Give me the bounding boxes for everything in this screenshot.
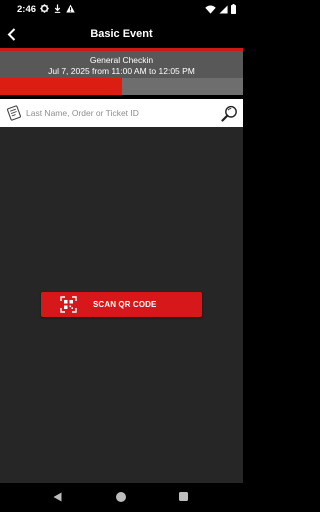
search-bar [0,99,243,127]
nav-home-icon[interactable] [116,492,126,502]
status-bar: 2:46 [0,0,243,20]
session-info: General Checkin Jul 7, 2025 from 11:00 A… [0,51,243,78]
battery-icon [231,4,236,14]
wifi-icon [205,5,216,14]
nav-back-icon[interactable] [53,492,62,502]
scan-qr-code-button[interactable]: SCAN QR CODE [41,292,202,317]
signal-icon [219,4,228,14]
status-time: 2:46 [17,4,37,15]
nav-recents-icon[interactable] [179,492,188,501]
download-icon [54,4,61,13]
page-title: Basic Event [90,28,153,40]
session-schedule: Jul 7, 2025 from 11:00 AM to 12:05 PM [48,66,195,76]
checkin-progress-bar [0,78,243,95]
search-input[interactable] [26,104,214,122]
status-notification-icons [40,4,75,13]
app-bar: Basic Event [0,20,243,48]
scan-qr-code-label: SCAN QR CODE [93,300,157,309]
session-name: General Checkin [89,55,154,65]
search-button[interactable] [219,103,239,123]
ticket-icon [6,105,22,121]
main-content: SCAN QR CODE [0,127,243,483]
checkin-progress-fill [0,78,122,95]
gear-icon [40,4,49,13]
system-navigation-bar [0,483,243,512]
search-icon [220,105,237,122]
status-system-icons [205,4,236,14]
qr-scan-icon [60,296,77,313]
warning-icon [66,4,75,13]
